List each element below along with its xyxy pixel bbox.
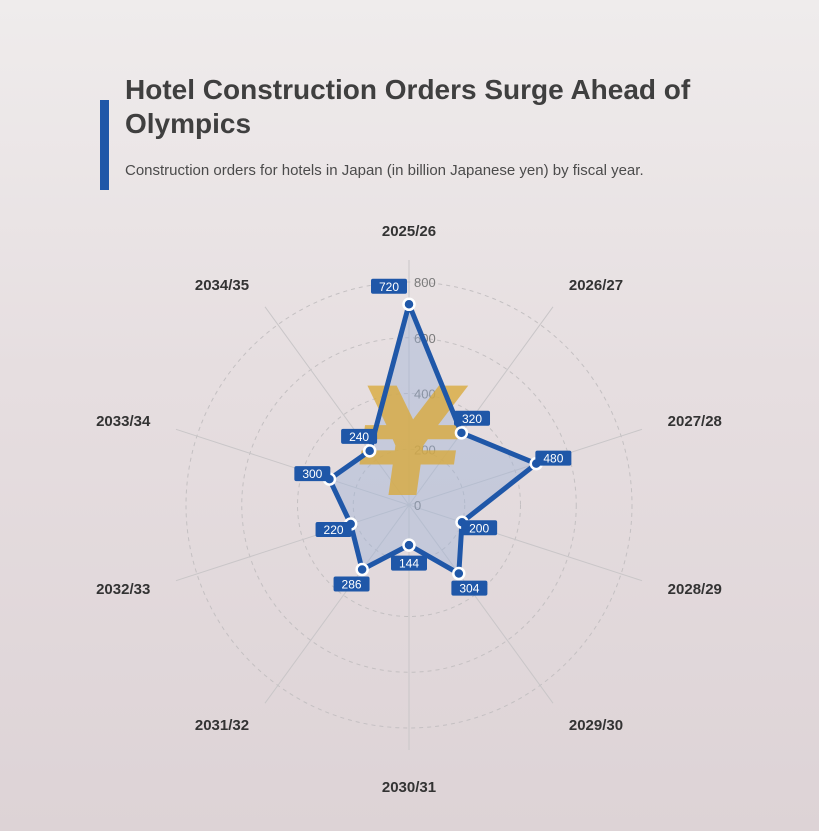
data-label-text: 240 <box>349 430 369 444</box>
data-label-text: 304 <box>459 582 479 596</box>
data-label-text: 144 <box>399 557 419 571</box>
data-point-2030/31 <box>402 538 416 552</box>
category-label-2032/33: 2032/33 <box>96 581 150 598</box>
data-label-2026/27: 320 <box>454 410 491 426</box>
data-label-text: 720 <box>379 280 399 294</box>
data-point-2025/26 <box>402 297 416 312</box>
data-label-2030/31: 144 <box>391 555 427 571</box>
data-label-text: 200 <box>469 521 489 535</box>
data-label-2033/34: 300 <box>294 466 331 482</box>
data-label-2028/29: 200 <box>461 520 498 536</box>
data-point-2031/32 <box>355 562 369 577</box>
data-label-text: 320 <box>462 412 482 426</box>
data-label-text: 286 <box>342 578 362 592</box>
radar-chart: 0200400600800 ¥ 720320480200304144286220… <box>96 223 722 796</box>
tick-label-800: 800 <box>414 275 436 290</box>
category-label-2034/35: 2034/35 <box>195 277 249 294</box>
data-label-text: 300 <box>302 467 322 481</box>
category-label-2029/30: 2029/30 <box>569 717 623 734</box>
data-label-2031/32: 286 <box>333 576 370 592</box>
data-label-text: 220 <box>324 523 344 537</box>
category-label-2031/32: 2031/32 <box>195 717 249 734</box>
data-label-text: 480 <box>543 452 563 466</box>
data-label-2034/35: 240 <box>341 428 378 444</box>
data-point-2026/27 <box>454 426 469 440</box>
category-label-2027/28: 2027/28 <box>668 413 722 430</box>
category-label-2026/27: 2026/27 <box>569 277 623 294</box>
category-label-2028/29: 2028/29 <box>668 581 722 598</box>
data-point-2034/35 <box>362 444 377 458</box>
data-point-2029/30 <box>452 566 466 581</box>
category-label-2025/26: 2025/26 <box>382 223 436 240</box>
data-label-2029/30: 304 <box>451 580 488 596</box>
data-label-2027/28: 480 <box>535 450 572 466</box>
data-label-2025/26: 720 <box>371 278 407 294</box>
data-label-2032/33: 220 <box>315 522 352 538</box>
category-label-2030/31: 2030/31 <box>382 779 436 796</box>
category-label-2033/34: 2033/34 <box>96 413 151 430</box>
